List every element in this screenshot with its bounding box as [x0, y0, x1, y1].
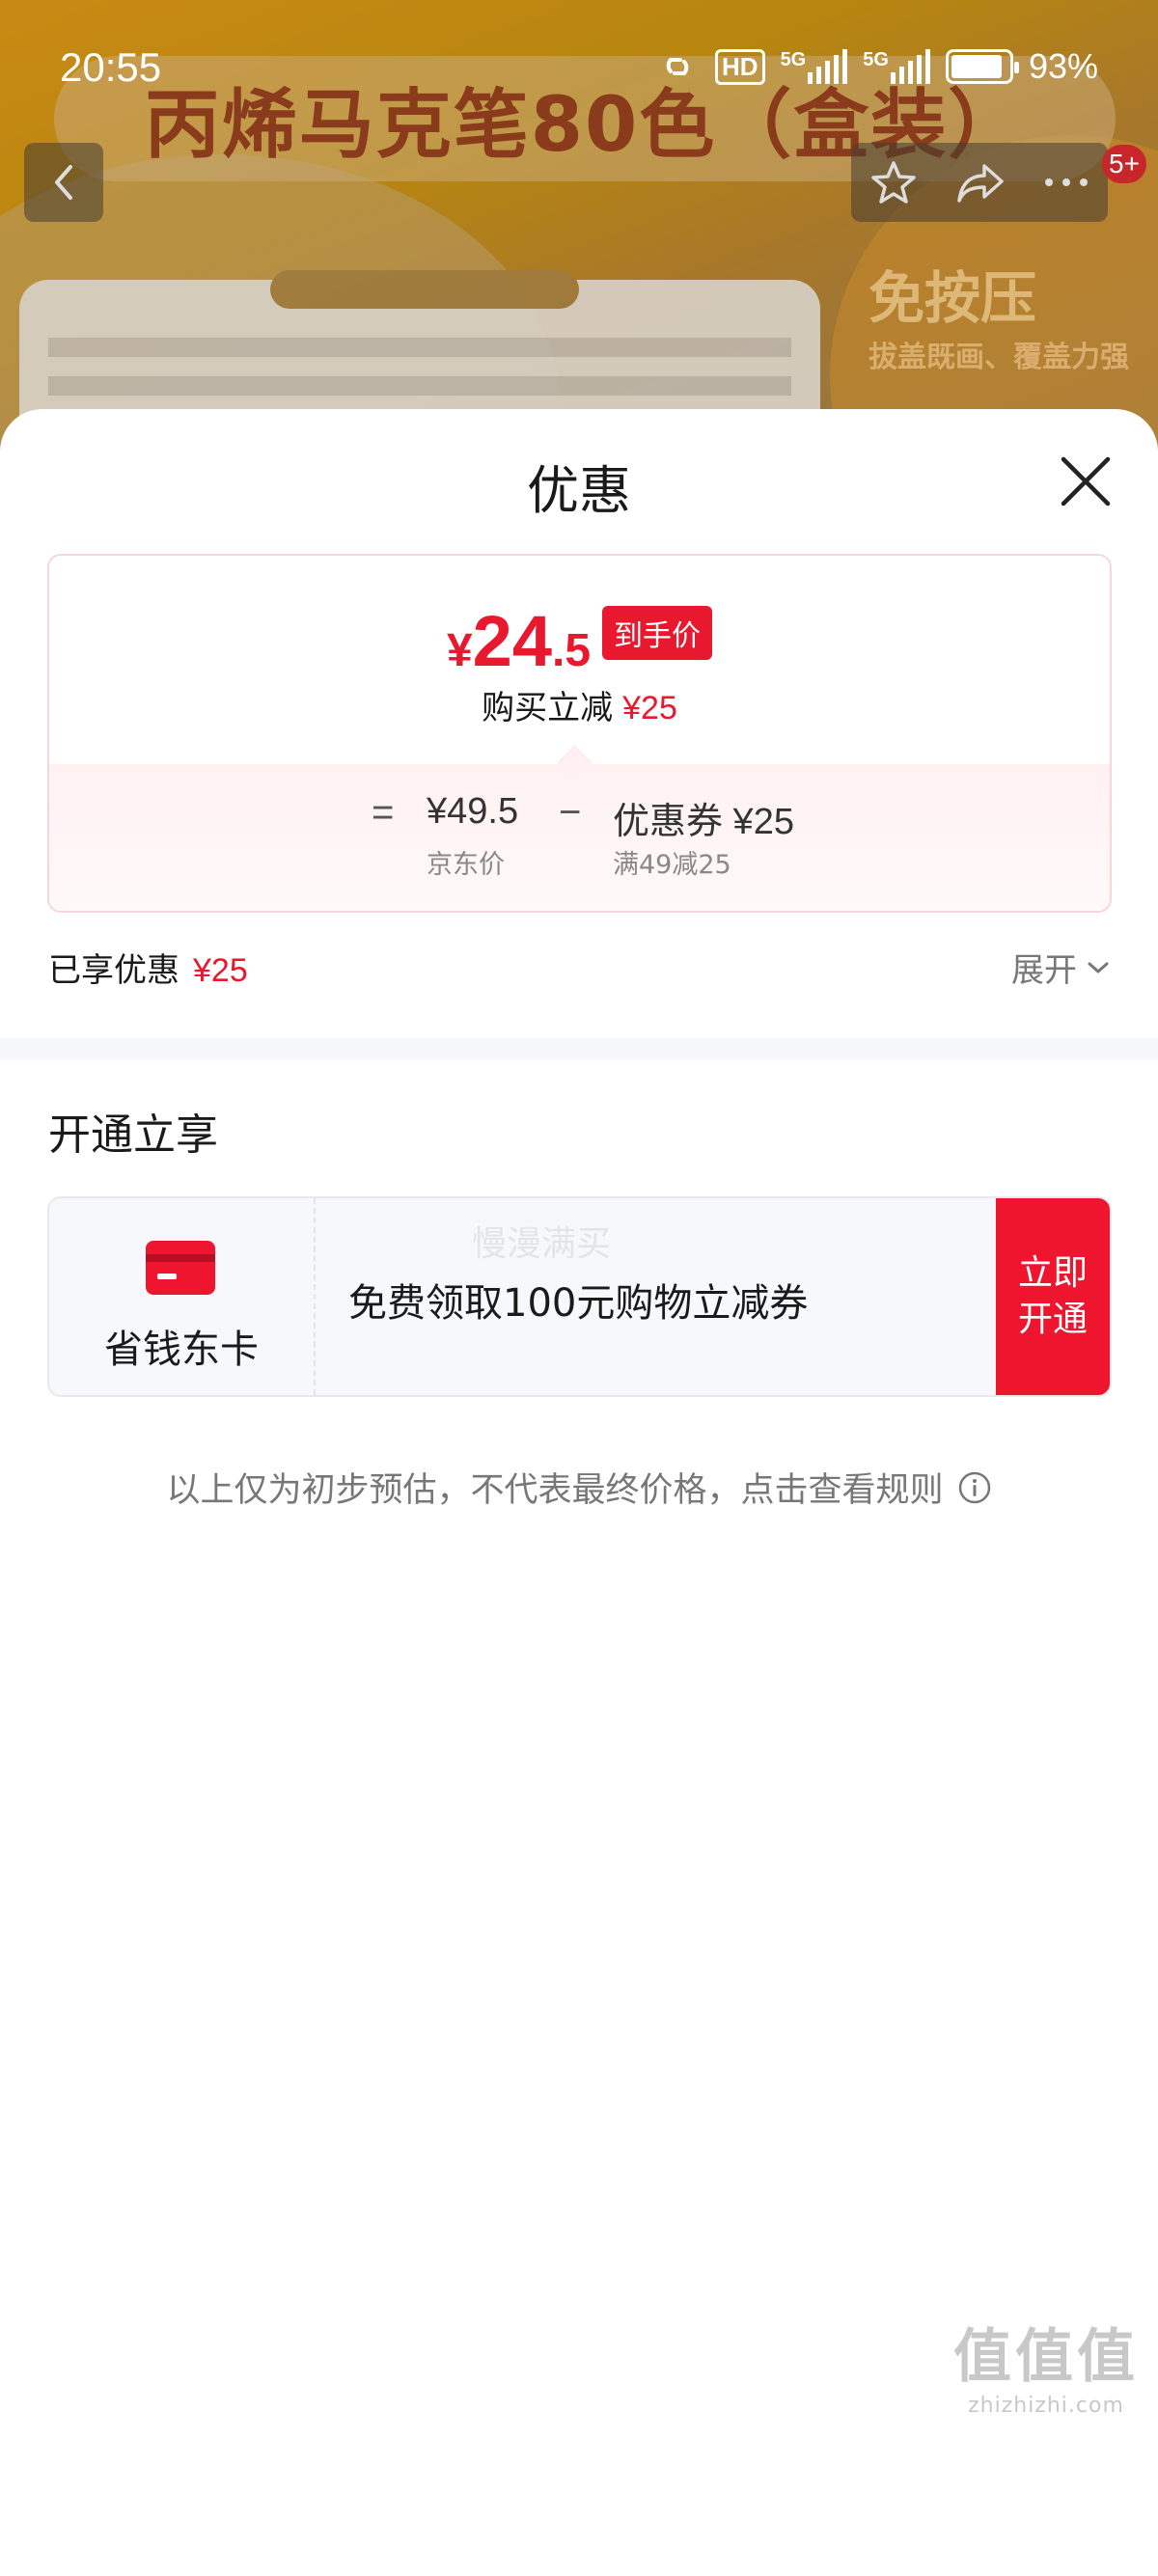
- star-icon[interactable]: [869, 158, 918, 206]
- logo-url: zhizhizhi.com: [968, 2394, 1124, 2418]
- hd-icon: HD: [715, 48, 765, 85]
- final-price-tag: 到手价: [602, 606, 713, 660]
- case-handle: [270, 270, 579, 309]
- open-now-button[interactable]: 立即 开通: [996, 1198, 1110, 1395]
- membership-description: 免费领取100元购物立减券: [348, 1281, 809, 1326]
- back-button[interactable]: [24, 143, 103, 222]
- card-icon: [146, 1241, 215, 1295]
- close-icon[interactable]: [1058, 453, 1114, 509]
- membership-card[interactable]: 省钱东卡 慢漫满买 免费领取100元购物立减券 立即 开通: [47, 1196, 1112, 1397]
- battery-icon: [945, 49, 1019, 84]
- screen: 丙烯马克笔80色（盒装） 免按压 拔盖既画、覆盖力强 20:55 HD 5G 5…: [0, 0, 1158, 2576]
- site-watermark-logo: 值值值 zhizhizhi.com: [953, 2310, 1139, 2418]
- reduction-label: 购买立减: [482, 689, 614, 727]
- open-button-line2: 开通: [1017, 1300, 1088, 1339]
- reduction-amount: ¥25: [622, 690, 677, 726]
- minus-sign: −: [559, 791, 582, 834]
- enjoyed-discount: 已享优惠 ¥25: [48, 944, 248, 991]
- sheet-title: 优惠: [527, 460, 631, 521]
- equals-sign: =: [372, 791, 395, 834]
- signal-2-icon: 5G: [863, 49, 930, 84]
- network-type-label: 5G: [780, 49, 807, 70]
- enjoyed-amount: ¥25: [193, 952, 248, 989]
- coupon-value: 优惠券 ¥25: [613, 802, 794, 842]
- cart-count-badge: 5+: [1102, 145, 1146, 183]
- coupon-rule: 满49减25: [613, 850, 731, 880]
- signal-1-icon: 5G: [781, 49, 848, 84]
- calculation-row: = ¥49.5 京东价 − 优惠券 ¥25 满49减25: [49, 791, 1110, 888]
- price-breakdown-card: ¥24.5 到手价 购买立减 ¥25 = ¥49.5 京东价 − 优惠券 ¥25 …: [47, 554, 1112, 913]
- status-time: 20:55: [60, 44, 162, 90]
- price-integer: 24: [472, 601, 552, 681]
- section-divider: [0, 1038, 1158, 1059]
- chevron-down-icon: [1088, 962, 1109, 973]
- info-icon: [958, 1471, 990, 1503]
- membership-name: 省钱东卡: [104, 1328, 259, 1372]
- watermark-text: 慢漫满买: [472, 1224, 612, 1264]
- price-calculation: = ¥49.5 京东价 − 优惠券 ¥25 满49减25: [49, 764, 1110, 911]
- chevron-left-icon: [55, 165, 72, 200]
- pen-row: [48, 338, 791, 357]
- jd-price: ¥49.5: [427, 791, 519, 832]
- final-price-row: ¥24.5 到手价: [49, 606, 1110, 677]
- share-icon[interactable]: [955, 160, 1006, 205]
- jd-price-label: 京东价: [427, 850, 505, 880]
- logo-text: 值值值: [953, 2323, 1139, 2391]
- status-bar: 20:55 HD 5G 5G 93%: [0, 0, 1158, 135]
- expand-label: 展开: [1011, 951, 1077, 990]
- pen-row: [48, 376, 791, 396]
- status-icons: HD 5G 5G 93%: [655, 46, 1098, 87]
- open-section-title: 开通立享: [48, 1110, 218, 1160]
- membership-brand: 省钱东卡: [49, 1198, 316, 1395]
- signal-bars: [808, 49, 848, 84]
- promo-subline: 拔盖既画、覆盖力强: [868, 341, 1129, 374]
- open-button-line1: 立即: [1017, 1253, 1088, 1293]
- promo-headline: 免按压: [868, 265, 1037, 331]
- rules-disclaimer[interactable]: 以上仅为初步预估，不代表最终价格，点击查看规则: [0, 1463, 1158, 1512]
- discount-sheet: 优惠 ¥24.5 到手价 购买立减 ¥25 = ¥49.5 京东价 − 优惠券 …: [0, 409, 1158, 2576]
- battery-percent: 93%: [1028, 46, 1098, 86]
- final-price: ¥24.5: [447, 606, 591, 677]
- disclaimer-text: 以上仅为初步预估，不代表最终价格，点击查看规则: [166, 1471, 944, 1510]
- enjoyed-label: 已享优惠: [48, 951, 179, 990]
- price-summary: ¥24.5 到手价 购买立减 ¥25: [49, 556, 1110, 764]
- price-decimal: .5: [551, 625, 592, 676]
- signal-bars: [890, 49, 930, 84]
- top-actions: [851, 143, 1108, 222]
- expand-toggle[interactable]: 展开: [1011, 944, 1110, 991]
- instant-reduction: 购买立减 ¥25: [49, 681, 1110, 728]
- link-icon: [666, 58, 689, 75]
- network-type-label: 5G: [863, 49, 889, 70]
- currency-symbol: ¥: [446, 625, 473, 676]
- more-icon[interactable]: [1043, 177, 1089, 188]
